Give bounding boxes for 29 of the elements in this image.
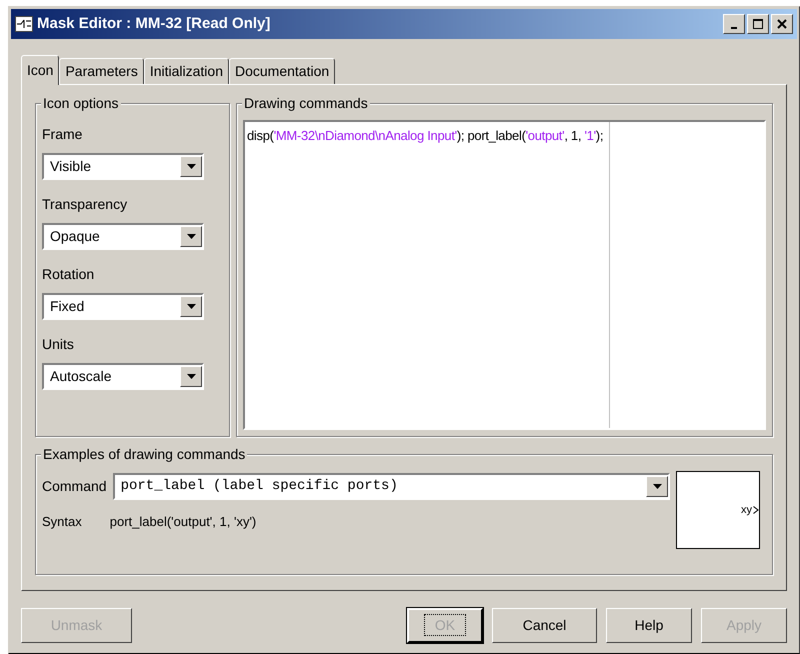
close-icon <box>777 19 787 29</box>
dropdown-field[interactable]: Opaque <box>42 223 204 250</box>
dropdown-field[interactable]: Visible <box>42 153 204 180</box>
window-title: Mask Editor : MM-32 [Read Only] <box>37 14 272 34</box>
dropdown-field[interactable]: Fixed <box>42 293 204 320</box>
close-button[interactable] <box>771 14 793 34</box>
field-label: Frame <box>42 125 84 144</box>
code-editor[interactable]: disp('MM-32\nDiamond\nAnalog Input'); port_label('output', 1, '1'); <box>243 120 766 430</box>
tab[interactable]: Parameters <box>59 58 144 84</box>
maximize-button[interactable] <box>747 14 769 34</box>
tab[interactable]: Initialization <box>144 58 229 84</box>
port-label: xy <box>741 502 752 518</box>
dialog-button[interactable]: Cancel <box>492 608 597 643</box>
tab[interactable]: Icon <box>21 55 60 85</box>
field-label: Transparency <box>42 195 128 214</box>
dropdown-field[interactable]: Autoscale <box>42 363 204 390</box>
minimize-icon <box>731 26 737 28</box>
field-label: Rotation <box>42 265 96 284</box>
field-label: Syntax <box>42 513 82 531</box>
dropdown-field[interactable]: port_label (label specific ports) <box>112 473 670 500</box>
field-label: Command <box>42 477 107 496</box>
field-label: Units <box>42 335 75 354</box>
code-line: disp('MM-32\nDiamond\nAnalog Input'); port_label('output', 1, '1'); <box>246 127 604 145</box>
minimize-button[interactable] <box>723 14 745 34</box>
tab[interactable]: Documentation <box>228 58 336 84</box>
dialog-button[interactable]: Help <box>606 608 692 643</box>
block-icon <box>15 16 33 32</box>
maximize-icon <box>753 19 763 29</box>
syntax-text: port_label('output', 1, 'xy') <box>110 513 256 531</box>
